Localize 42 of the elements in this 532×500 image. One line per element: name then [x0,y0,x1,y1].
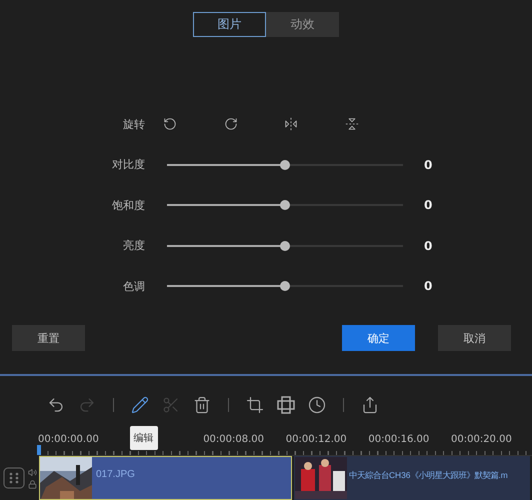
share-icon[interactable] [361,396,379,414]
crop-icon[interactable] [246,396,264,414]
slider-value: 0 [424,198,432,212]
video-clip[interactable]: 中天綜合台CH36《小明星大跟班》默契篇.m [294,456,530,500]
slider-label: 色调 [123,278,145,294]
video-clip[interactable]: 017.JPG [39,456,292,500]
cancel-button[interactable]: 取消 [438,325,511,351]
tooltip: 编辑 [130,426,158,450]
rotate-left-icon[interactable] [163,117,177,132]
flip-horizontal-icon[interactable] [284,117,298,132]
slider-thumb[interactable] [280,240,290,251]
rotate-right-icon[interactable] [224,117,238,132]
lock-icon[interactable] [28,480,37,488]
slider-value: 0 [424,279,432,294]
confirm-button[interactable]: 确定 [342,325,415,351]
rotate-label: 旋转 [123,116,145,132]
time-label: 00:00:16.00 [368,434,430,445]
slider-label: 亮度 [123,238,145,254]
clip-name: 中天綜合台CH36《小明星大跟班》默契篇.m [348,469,508,482]
track-grid-icon[interactable] [3,467,25,489]
time-label: 00:00:08.00 [203,434,264,445]
trash-icon[interactable] [193,396,211,414]
time-label: 00:00:00.00 [38,434,99,445]
pencil-icon[interactable] [131,396,149,414]
slider-value: 0 [424,158,432,172]
time-label: 00:00:20.00 [451,434,512,445]
slider-thumb[interactable] [280,160,290,170]
slider-label: 对比度 [112,157,145,172]
slider-thumb[interactable] [280,200,290,210]
clip-name: 017.JPG [95,468,135,482]
grid-icon[interactable] [277,396,295,414]
clock-icon[interactable] [308,396,326,414]
tab[interactable]: 图片 [193,12,266,37]
slider-value: 0 [424,238,432,253]
reset-button[interactable]: 重置 [12,325,85,351]
slider-label: 饱和度 [112,198,145,213]
flip-vertical-icon[interactable] [344,117,359,132]
slider-thumb[interactable] [280,281,290,292]
time-label: 00:00:12.00 [286,434,347,445]
speaker-icon[interactable] [28,468,37,476]
undo-icon[interactable] [47,396,65,414]
tab[interactable]: 动效 [266,12,339,37]
